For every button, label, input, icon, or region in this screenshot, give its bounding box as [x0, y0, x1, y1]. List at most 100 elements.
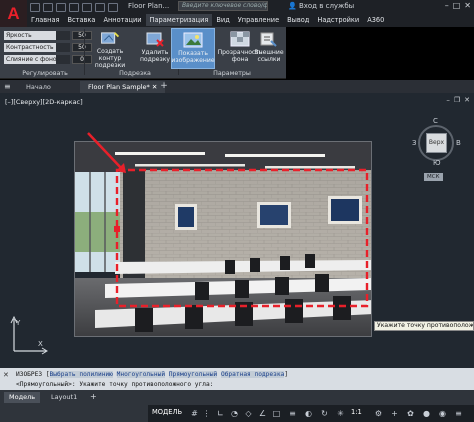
search-input[interactable]: Введите ключевое слово/фразу	[178, 1, 268, 11]
customization-icon[interactable]: ≡	[454, 409, 463, 418]
isodraft-icon[interactable]: ◇	[244, 409, 253, 418]
tab-addins[interactable]: Надстройки	[313, 14, 363, 26]
brightness-slider[interactable]	[56, 30, 70, 40]
viewport-window-controls: – ❐ ✕	[446, 96, 470, 104]
saveas-icon[interactable]	[69, 3, 79, 12]
window-controls: – □ ✕	[445, 1, 471, 10]
snap-icon[interactable]: ⋮	[202, 409, 211, 418]
viewcube-east[interactable]: В	[456, 139, 461, 147]
signin-button[interactable]: 👤 Вход в службы	[288, 2, 354, 10]
tabs-menu-icon[interactable]: ≡	[4, 82, 15, 91]
annotation-visibility-icon[interactable]: ✳	[336, 409, 345, 418]
status-bar: Модель Layout1 + МОДЕЛЬ # ⋮ ∟ ◔ ◇ ∠ □ ≡ …	[0, 390, 474, 422]
command-line[interactable]: ✕ ИЗОБРЕЗ [Выбрать полилинию Многоугольн…	[0, 368, 474, 390]
isolate-objects-icon[interactable]: ●	[422, 409, 431, 418]
contrast-slider[interactable]	[56, 42, 70, 52]
wcs-menu[interactable]: МСК	[424, 173, 443, 181]
osnap-icon[interactable]: □	[272, 409, 281, 418]
ucs-icon: Y X	[10, 315, 48, 355]
tab-annotate[interactable]: Аннотации	[99, 14, 145, 26]
user-icon: 👤	[288, 2, 299, 10]
model-space-toggle[interactable]: МОДЕЛЬ	[152, 408, 182, 416]
transparency-icon[interactable]: ◐	[304, 409, 313, 418]
drawing-canvas[interactable]: [–][Сверху][2D-каркас] – ❐ ✕ Верх С Ю З …	[0, 93, 474, 368]
red-annotation-arrow	[87, 132, 126, 173]
viewport-controls-label[interactable]: [–][Сверху][2D-каркас]	[5, 98, 83, 106]
selection-cycling-icon[interactable]: ↻	[320, 409, 329, 418]
save-icon[interactable]	[56, 3, 66, 12]
external-refs-label1: Внешние	[254, 49, 284, 56]
ribbon-tabs: Главная Вставка Аннотации Параметризация…	[27, 14, 388, 26]
show-image-icon	[183, 32, 203, 48]
minimize-icon[interactable]: –	[446, 96, 450, 104]
show-image-button[interactable]: Показать изображение	[171, 28, 215, 69]
remove-clip-icon	[146, 32, 164, 47]
viewcube-west[interactable]: З	[412, 139, 417, 147]
restore-icon[interactable]: ❐	[454, 96, 460, 104]
external-refs-button[interactable]: Внешние ссылки	[253, 28, 285, 69]
bg-transparency-label2: фона	[231, 56, 249, 63]
tab-floor-plan-label: Floor Plan Sample*	[88, 83, 150, 91]
tab-a360[interactable]: A360	[363, 14, 388, 26]
dynamic-input-tooltip: Укажите точку противоположного угла:	[374, 321, 474, 331]
option-select-polyline[interactable]: Выбрать полилинию	[49, 371, 113, 378]
tab-view[interactable]: Вид	[212, 14, 233, 26]
tab-manage[interactable]: Управление	[234, 14, 283, 26]
viewcube[interactable]: Верх С Ю З В	[412, 117, 462, 169]
workspace-icon[interactable]: ✿	[406, 409, 415, 418]
option-rectangular[interactable]: Прямоугольный	[168, 371, 218, 378]
command-prompt-line1: ИЗОБРЕЗ [Выбрать полилинию Многоугольный…	[16, 371, 289, 378]
grid-icon[interactable]: #	[190, 409, 199, 418]
tab-parametric[interactable]: Параметризация	[145, 14, 213, 26]
create-clip-label1: Создать контур	[96, 48, 124, 62]
annotation-scale[interactable]: 1:1	[351, 408, 362, 416]
hardware-accel-icon[interactable]: ◉	[438, 409, 447, 418]
create-clip-button[interactable]: Создать контур подрезки	[88, 28, 132, 69]
ribbon-separator	[84, 29, 85, 75]
add-layout-icon[interactable]: +	[90, 392, 97, 401]
document-tabs: ≡ Начало Floor Plan Sample* ✕ +	[0, 80, 474, 93]
svg-text:Y: Y	[15, 319, 21, 327]
close-icon[interactable]: ✕	[464, 96, 470, 104]
option-polygonal[interactable]: Многоугольный	[116, 371, 166, 378]
tab-close-icon[interactable]: ✕	[152, 83, 157, 91]
tab-home[interactable]: Главная	[27, 14, 63, 26]
new-tab-icon[interactable]: +	[158, 81, 170, 92]
tab-insert[interactable]: Вставка	[63, 14, 99, 26]
settings-gear-icon[interactable]: ⚙	[374, 409, 383, 418]
close-icon[interactable]: ✕	[464, 1, 471, 10]
viewcube-south[interactable]: Ю	[433, 159, 441, 167]
remove-clip-label1: Удалить	[141, 49, 169, 56]
command-line-close-icon[interactable]: ✕	[3, 371, 11, 379]
lineweight-icon[interactable]: ≡	[288, 409, 297, 418]
panel-options-label: Параметры	[213, 70, 251, 77]
add-icon[interactable]: +	[390, 409, 399, 418]
remove-clip-label2: подрезку	[139, 56, 171, 63]
print-icon[interactable]	[82, 3, 92, 12]
maximize-icon[interactable]: □	[453, 1, 461, 10]
tab-start[interactable]: Начало	[18, 81, 59, 93]
option-invert-clip[interactable]: Обратная подрезка	[220, 371, 285, 378]
osnap-tracking-icon[interactable]: ∠	[258, 409, 267, 418]
app-menu-button[interactable]: A	[0, 0, 27, 27]
polar-icon[interactable]: ◔	[230, 409, 239, 418]
redo-icon[interactable]	[108, 3, 118, 12]
xref-icon	[260, 32, 277, 47]
tab-floor-plan[interactable]: Floor Plan Sample* ✕	[80, 81, 166, 93]
ortho-icon[interactable]: ∟	[216, 409, 225, 418]
fade-slider[interactable]	[56, 54, 70, 64]
new-icon[interactable]	[30, 3, 40, 12]
tab-model[interactable]: Модель	[4, 392, 41, 403]
viewcube-north[interactable]: С	[433, 117, 438, 125]
contrast-label: Контрастность	[4, 42, 56, 52]
panel-clip-label: Подрезка	[119, 70, 151, 77]
command-prompt-line2: <Прямоугольный>: Укажите точку противопо…	[16, 381, 214, 388]
autocad-logo: A	[7, 3, 20, 23]
open-icon[interactable]	[43, 3, 53, 12]
undo-icon[interactable]	[95, 3, 105, 12]
minimize-icon[interactable]: –	[445, 1, 449, 10]
tab-layout1[interactable]: Layout1	[46, 392, 82, 403]
external-refs-label2: ссылки	[257, 56, 281, 63]
tab-output[interactable]: Вывод	[283, 14, 313, 26]
viewcube-top-face[interactable]: Верх	[426, 133, 447, 153]
